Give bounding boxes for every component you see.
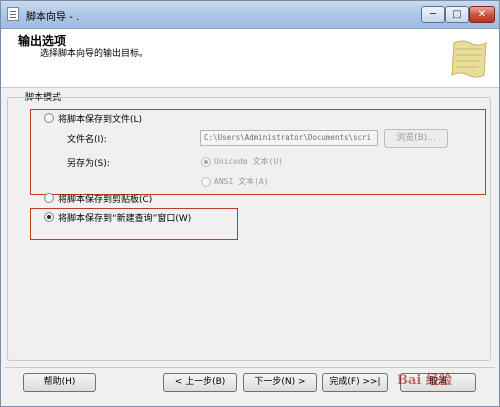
page-subtitle: 选择脚本向导的输出目标。 (40, 49, 149, 59)
radio-clipboard[interactable] (44, 193, 54, 203)
radio-unicode[interactable] (201, 157, 211, 167)
save-as-label: 另存为(S): (67, 159, 110, 169)
finish-button[interactable]: 完成(F) >>| (322, 373, 388, 392)
footer-divider (5, 367, 495, 368)
ansi-label[interactable]: ANSI 文本(A) (214, 176, 269, 187)
radio-ansi[interactable] (201, 177, 211, 187)
scroll-icon (451, 40, 487, 78)
save-to-file-label[interactable]: 将脚本保存到文件(L) (58, 112, 142, 125)
minimize-button[interactable]: ─ (421, 6, 445, 23)
file-name-label: 文件名(I): (67, 135, 107, 145)
help-button[interactable]: 帮助(H) (23, 373, 96, 392)
unicode-label[interactable]: Unicode 文本(U) (214, 156, 283, 167)
title-bar[interactable]: 脚本向导 - . ─ □ ✕ (1, 1, 499, 29)
maximize-button[interactable]: □ (445, 6, 469, 23)
window-title: 脚本向导 - . (26, 12, 80, 23)
wizard-header: 输出选项 选择脚本向导的输出目标。 (1, 29, 499, 88)
prev-button[interactable]: < 上一步(B) (163, 373, 237, 392)
file-name-input[interactable]: C:\Users\Administrator\Documents\scri (200, 130, 378, 146)
close-button[interactable]: ✕ (469, 6, 495, 23)
document-icon (7, 7, 19, 21)
browse-button[interactable]: 浏览(B)... (384, 129, 448, 148)
watermark: Bai 经验 (397, 373, 452, 388)
next-button[interactable]: 下一步(N) > (243, 373, 317, 392)
radio-save-to-file[interactable] (44, 113, 54, 123)
radio-new-query[interactable] (44, 212, 54, 222)
new-query-label[interactable]: 将脚本保存到“新建查询”窗口(W) (58, 211, 191, 224)
wizard-window: 脚本向导 - . ─ □ ✕ 输出选项 选择脚本向导的输出目标。 脚本模式 将脚… (0, 0, 500, 407)
clipboard-label[interactable]: 将脚本保存到剪贴板(C) (58, 192, 152, 205)
